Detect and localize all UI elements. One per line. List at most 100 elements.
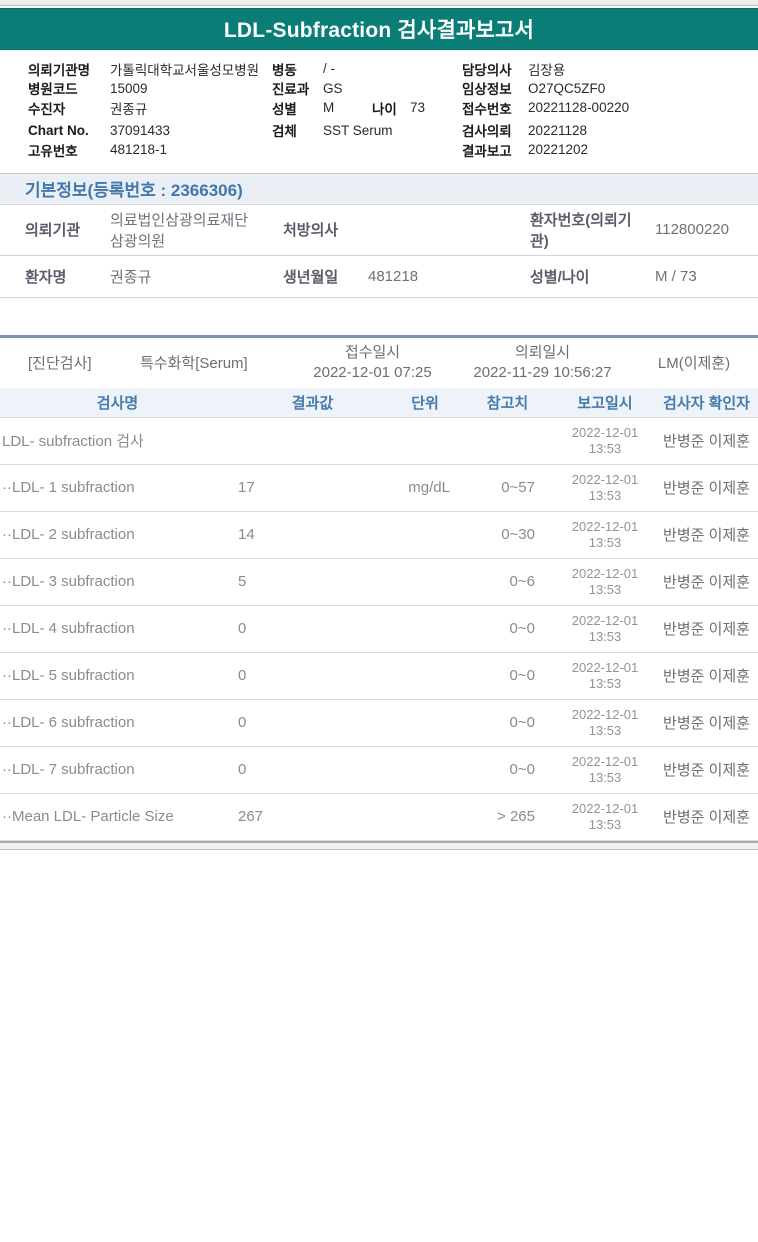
header-info-pair: 검사의뢰 20221128 <box>462 121 758 141</box>
cell-staff: 반병준 이제훈 <box>663 574 750 591</box>
cell-result: 0 <box>238 714 247 731</box>
lab-sign: LM(이제훈) <box>657 355 731 372</box>
reported-date: 2022-12-01 <box>571 612 639 628</box>
cell-test-name: ··LDL- 4 subfraction <box>2 620 135 637</box>
basic-info-section-header: 기본정보(등록번호 : 2366306) <box>0 172 758 205</box>
field-value: / - <box>323 61 335 77</box>
cell-reported-datetime: 2022-12-01 13:53 <box>555 425 655 457</box>
cell-reported-datetime: 2022-12-01 13:53 <box>555 566 655 598</box>
reported-time: 13:53 <box>588 581 622 597</box>
field-label: 결과보고 <box>462 143 512 159</box>
reported-date: 2022-12-01 <box>571 471 639 487</box>
header-info-pair: 담당의사 김장용 <box>462 59 758 79</box>
header-info-pair: Chart No. 37091433 <box>28 121 272 141</box>
field-value: M <box>323 100 335 116</box>
field-label-secondary: 나이 <box>372 101 397 117</box>
field-value: 20221128 <box>528 122 588 138</box>
field-value: SST Serum <box>323 122 393 138</box>
table-row: ··LDL- 4 subfraction 0 0~0 2022-12-01 13… <box>0 606 758 653</box>
cell-reference: > 265 <box>497 808 535 825</box>
cell-reference: 0~6 <box>509 573 535 590</box>
column-header-test-name: 검사명 <box>96 394 139 412</box>
cell-staff: 반병준 이제훈 <box>663 668 750 685</box>
cell-reported-datetime: 2022-12-01 13:53 <box>555 472 655 504</box>
field-label: 병원코드 <box>28 82 78 98</box>
cell-reported-datetime: 2022-12-01 13:53 <box>555 754 655 786</box>
cell-reference: 0~0 <box>509 667 535 684</box>
exam-section-header: [진단검사] 특수화학[Serum] 접수일시 2022-12-01 07:25… <box>0 334 758 388</box>
reported-time: 13:53 <box>588 440 622 456</box>
cell-test-name: LDL- subfraction 검사 <box>2 433 144 450</box>
field-label: 진료과 <box>272 82 310 98</box>
cell-test-name: ··LDL- 1 subfraction <box>2 479 135 496</box>
field-value-secondary: 73 <box>410 100 426 116</box>
cell-result: 0 <box>238 761 247 778</box>
header-info-block: 의뢰기관명 가톨릭대학교서울성모병원 병원코드 15009 수진자 권종규 Ch… <box>0 50 758 160</box>
cell-staff: 반병준 이제훈 <box>663 715 750 732</box>
column-header-unit: 단위 <box>411 394 439 412</box>
table-row: ··LDL- 3 subfraction 5 0~6 2022-12-01 13… <box>0 559 758 606</box>
cell-test-name: ··LDL- 6 subfraction <box>2 714 135 731</box>
reported-time: 13:53 <box>588 534 622 550</box>
reported-time: 13:53 <box>588 769 622 785</box>
reported-date: 2022-12-01 <box>571 753 639 769</box>
column-header-staff: 검사자 확인자 <box>663 394 750 412</box>
cell-reported-datetime: 2022-12-01 13:53 <box>555 613 655 645</box>
reported-date: 2022-12-01 <box>571 424 639 440</box>
basic-info-table: 의뢰기관 의료법인삼광의료재단삼광의원 처방의사 환자번호(의뢰기관) 1128… <box>0 205 758 298</box>
field-label: 임상정보 <box>462 82 512 98</box>
cell-result: 17 <box>238 479 255 496</box>
results-table-body: LDL- subfraction 검사 2022-12-01 13:53 반병준… <box>0 418 758 841</box>
field-value: O27QC5ZF0 <box>528 80 606 96</box>
request-datetime-block: 의뢰일시 2022-11-29 10:56:27 <box>455 343 630 383</box>
field-label: 성별/나이 <box>530 268 590 286</box>
reported-time: 13:53 <box>588 722 622 738</box>
field-value: 37091433 <box>110 122 171 138</box>
field-value: M / 73 <box>655 267 697 285</box>
table-row: LDL- subfraction 검사 2022-12-01 13:53 반병준… <box>0 418 758 465</box>
header-info-pair: 접수번호 20221128-00220 <box>462 98 758 118</box>
column-header-reported: 보고일시 <box>577 394 633 412</box>
cell-staff: 반병준 이제훈 <box>663 809 750 826</box>
reported-time: 13:53 <box>588 816 622 832</box>
reported-time: 13:53 <box>588 487 622 503</box>
column-header-reference: 참고치 <box>486 394 529 412</box>
reported-date: 2022-12-01 <box>571 518 639 534</box>
table-row: ··LDL- 1 subfraction 17 mg/dL 0~57 2022-… <box>0 465 758 512</box>
cell-result: 5 <box>238 573 247 590</box>
table-row: ··LDL- 5 subfraction 0 0~0 2022-12-01 13… <box>0 653 758 700</box>
receipt-label: 접수일시 <box>344 343 401 361</box>
header-info-pair: 검체 SST Serum <box>272 121 462 141</box>
reported-date: 2022-12-01 <box>571 800 639 816</box>
field-label: 담당의사 <box>462 62 512 78</box>
field-label: 환자명 <box>25 268 67 286</box>
reported-time: 13:53 <box>588 675 622 691</box>
field-value: 20221202 <box>528 142 589 158</box>
cell-reference: 0~0 <box>509 714 535 731</box>
header-info-pair: 고유번호 481218-1 <box>28 140 272 160</box>
basic-info-title: 기본정보(등록번호 : 2366306) <box>25 181 243 200</box>
cell-result: 14 <box>238 526 255 543</box>
field-value: 김장용 <box>528 62 566 78</box>
basic-info-row: 의뢰기관 의료법인삼광의료재단삼광의원 처방의사 환자번호(의뢰기관) 1128… <box>0 205 758 256</box>
field-value: 481218 <box>368 267 419 285</box>
header-info-pair: 병동 / - <box>272 59 462 79</box>
field-label: 환자번호(의뢰기관) <box>530 211 632 250</box>
cell-reported-datetime: 2022-12-01 13:53 <box>555 707 655 739</box>
cell-unit: mg/dL <box>408 479 450 496</box>
reported-date: 2022-12-01 <box>571 659 639 675</box>
field-label: Chart No. <box>28 122 89 138</box>
cell-reference: 0~57 <box>501 479 535 496</box>
report-title-banner: LDL-Subfraction 검사결과보고서 <box>0 8 758 50</box>
field-label: 병동 <box>272 62 297 78</box>
header-info-pair: 성별 M 나이 73 <box>272 98 462 118</box>
header-info-left-column: 의뢰기관명 가톨릭대학교서울성모병원 병원코드 15009 수진자 권종규 Ch… <box>0 59 272 160</box>
table-row: ··LDL- 7 subfraction 0 0~0 2022-12-01 13… <box>0 747 758 794</box>
field-label: 생년월일 <box>283 268 339 286</box>
header-info-pair: 병원코드 15009 <box>28 79 272 99</box>
field-label: 검체 <box>272 124 297 140</box>
cell-reported-datetime: 2022-12-01 13:53 <box>555 519 655 551</box>
cell-test-name: ··LDL- 2 subfraction <box>2 526 135 543</box>
header-info-right-column: 담당의사 김장용 임상정보 O27QC5ZF0 접수번호 20221128-00… <box>462 59 758 160</box>
window-top-strip <box>0 0 758 6</box>
